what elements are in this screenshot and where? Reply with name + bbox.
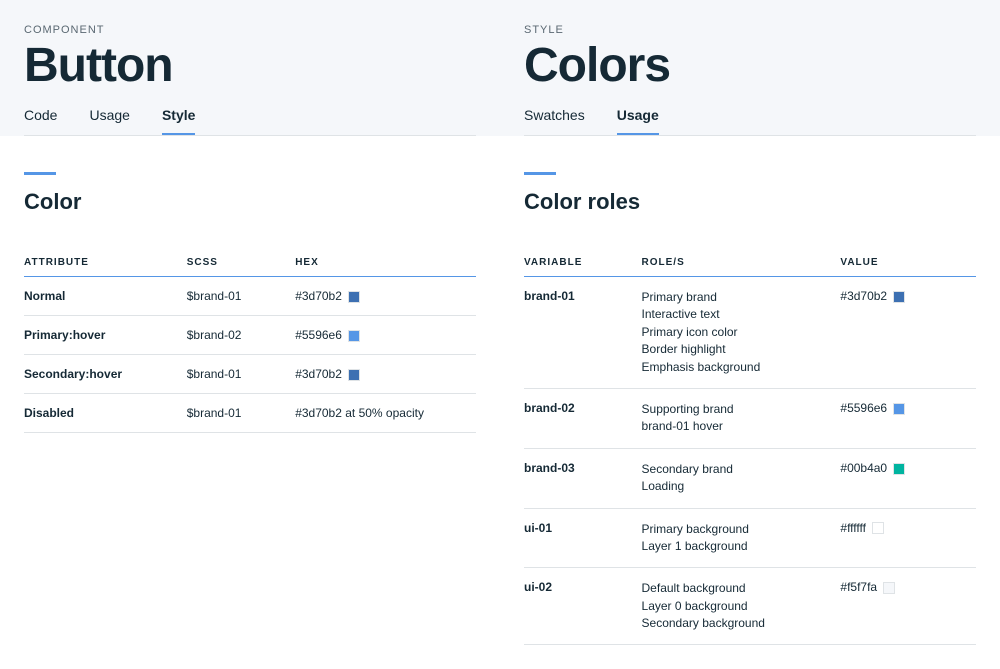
tab-right-usage[interactable]: Usage (617, 107, 659, 135)
role-line: Border highlight (642, 341, 833, 358)
role-line: Supporting brand (642, 401, 833, 418)
variable-cell: brand-03 (524, 448, 642, 508)
role-line: Loading (642, 478, 833, 495)
value-cell: #3d70b2 (840, 277, 976, 389)
color-swatch (872, 522, 884, 534)
role-line: Primary background (642, 521, 833, 538)
table-row: ui-02Default backgroundLayer 0 backgroun… (524, 568, 976, 645)
tab-left-style[interactable]: Style (162, 107, 195, 135)
role-line: Layer 0 background (642, 598, 833, 615)
accent-bar (524, 172, 556, 175)
role-line: Emphasis background (642, 359, 833, 376)
value-cell: #00b4a0 (840, 448, 976, 508)
variable-cell: ui-02 (524, 568, 642, 645)
role-line: Default background (642, 580, 833, 597)
col-roles: ROLE/S (642, 249, 841, 277)
color-swatch (348, 291, 360, 303)
attr-cell: Primary:hover (24, 316, 187, 355)
tabs-left: Code Usage Style (24, 107, 476, 136)
table-row: Normal$brand-01#3d70b2 (24, 277, 476, 316)
table-row: Disabled$brand-01#3d70b2 at 50% opacity (24, 394, 476, 433)
scss-cell: $brand-01 (187, 355, 295, 394)
color-swatch (893, 463, 905, 475)
col-value: VALUE (840, 249, 976, 277)
hex-cell: #3d70b2 (295, 355, 476, 394)
eyebrow-left: COMPONENT (24, 24, 476, 36)
value-text: #3d70b2 (840, 289, 887, 303)
hex-cell: #5596e6 (295, 316, 476, 355)
hex-cell: #3d70b2 at 50% opacity (295, 394, 476, 433)
color-swatch (893, 403, 905, 415)
value-cell: #f5f7fa (840, 568, 976, 645)
table-row: brand-02Supporting brandbrand-01 hover#5… (524, 388, 976, 448)
scss-cell: $brand-01 (187, 394, 295, 433)
tab-left-usage[interactable]: Usage (89, 107, 129, 135)
value-text: #00b4a0 (840, 461, 887, 475)
variable-cell: ui-01 (524, 508, 642, 568)
roles-cell: Default backgroundLayer 0 backgroundSeco… (642, 568, 841, 645)
role-line: Primary icon color (642, 324, 833, 341)
hex-text: #3d70b2 (295, 367, 342, 381)
role-line: Interactive text (642, 306, 833, 323)
col-hex: HEX (295, 249, 476, 277)
col-attribute: ATTRIBUTE (24, 249, 187, 277)
value-text: #5596e6 (840, 401, 887, 415)
attr-cell: Secondary:hover (24, 355, 187, 394)
color-table-left: ATTRIBUTE SCSS HEX Normal$brand-01#3d70b… (24, 249, 476, 433)
role-line: Secondary brand (642, 461, 833, 478)
page-title-right: Colors (524, 38, 976, 93)
tab-right-swatches[interactable]: Swatches (524, 107, 585, 135)
color-swatch (883, 582, 895, 594)
scss-cell: $brand-01 (187, 277, 295, 316)
hex-text: #3d70b2 (295, 289, 342, 303)
accent-bar (24, 172, 56, 175)
hex-cell: #3d70b2 (295, 277, 476, 316)
role-line: Secondary background (642, 615, 833, 632)
value-cell: #5596e6 (840, 388, 976, 448)
page-title-left: Button (24, 38, 476, 93)
role-line: Layer 1 background (642, 538, 833, 555)
col-scss: SCSS (187, 249, 295, 277)
table-row: Secondary:hover$brand-01#3d70b2 (24, 355, 476, 394)
value-cell: #ffffff (840, 508, 976, 568)
color-swatch (893, 291, 905, 303)
variable-cell: brand-01 (524, 277, 642, 389)
attr-cell: Normal (24, 277, 187, 316)
attr-cell: Disabled (24, 394, 187, 433)
hex-text: #3d70b2 at 50% opacity (295, 406, 424, 420)
color-swatch (348, 369, 360, 381)
col-variable: VARIABLE (524, 249, 642, 277)
hex-text: #5596e6 (295, 328, 342, 342)
roles-cell: Secondary brandLoading (642, 448, 841, 508)
table-row: ui-01Primary backgroundLayer 1 backgroun… (524, 508, 976, 568)
section-title-left: Color (24, 189, 476, 215)
scss-cell: $brand-02 (187, 316, 295, 355)
variable-cell: brand-02 (524, 388, 642, 448)
value-text: #f5f7fa (840, 580, 877, 594)
section-title-right: Color roles (524, 189, 976, 215)
roles-cell: Supporting brandbrand-01 hover (642, 388, 841, 448)
tab-left-code[interactable]: Code (24, 107, 57, 135)
color-swatch (348, 330, 360, 342)
role-line: Primary brand (642, 289, 833, 306)
role-line: brand-01 hover (642, 418, 833, 435)
table-row: brand-03Secondary brandLoading#00b4a0 (524, 448, 976, 508)
value-text: #ffffff (840, 521, 866, 535)
color-roles-table: VARIABLE ROLE/S VALUE brand-01Primary br… (524, 249, 976, 645)
roles-cell: Primary backgroundLayer 1 background (642, 508, 841, 568)
table-row: Primary:hover$brand-02#5596e6 (24, 316, 476, 355)
table-row: brand-01Primary brandInteractive textPri… (524, 277, 976, 389)
roles-cell: Primary brandInteractive textPrimary ico… (642, 277, 841, 389)
tabs-right: Swatches Usage (524, 107, 976, 136)
eyebrow-right: STYLE (524, 24, 976, 36)
